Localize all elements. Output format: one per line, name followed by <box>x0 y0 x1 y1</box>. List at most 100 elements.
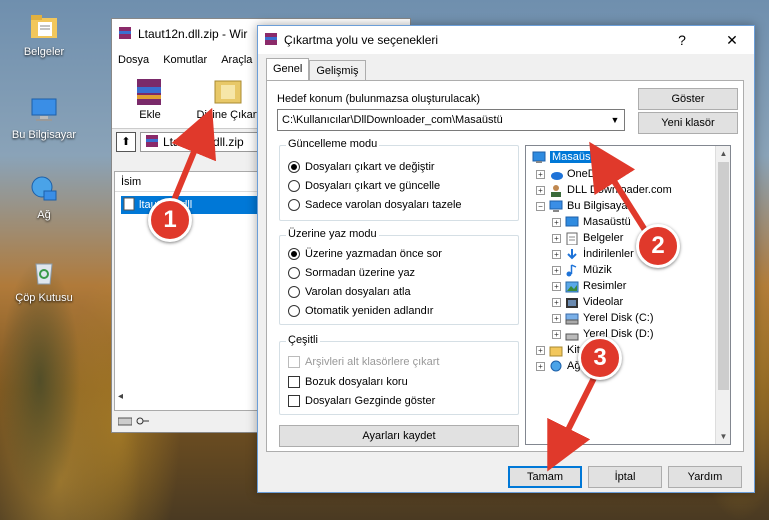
network-icon <box>28 173 60 205</box>
horizontal-scrollbar[interactable]: ◂ <box>114 391 264 409</box>
tree-item-videos[interactable]: + Videolar <box>552 294 623 310</box>
radio-button[interactable] <box>288 199 300 211</box>
expand-icon[interactable]: + <box>552 217 561 227</box>
scrollbar-thumb[interactable] <box>718 162 729 390</box>
radio-button[interactable] <box>288 180 300 192</box>
folder-tree[interactable]: Masaüstü + OneDrive + DLL Downloader.com… <box>525 145 731 445</box>
tree-item-network[interactable]: + Ağ <box>536 358 580 374</box>
menu-item-araclar[interactable]: Araçla <box>221 54 252 66</box>
menu-item-dosya[interactable]: Dosya <box>118 54 149 66</box>
tab-strip: Genel Gelişmiş <box>266 58 366 80</box>
checkbox <box>288 356 300 368</box>
expand-icon[interactable]: + <box>552 313 561 323</box>
option-label: Bozuk dosyaları koru <box>305 376 408 388</box>
checkbox-keep-broken-files[interactable]: Bozuk dosyaları koru <box>288 374 408 390</box>
option-label: Varolan dosyaları atla <box>305 286 411 298</box>
winrar-app-icon <box>118 26 132 43</box>
tree-item-label: Müzik <box>583 264 612 276</box>
expand-icon[interactable]: + <box>552 329 561 339</box>
radio-button[interactable] <box>288 161 300 173</box>
desktop-icon-bu-bilgisayar[interactable]: Bu Bilgisayar <box>6 93 82 141</box>
checkbox[interactable] <box>288 376 300 388</box>
tree-item-documents[interactable]: + Belgeler <box>552 230 623 246</box>
option-label: Dosyaları Gezginde göster <box>305 395 436 407</box>
radio-button[interactable] <box>288 305 300 317</box>
dll-file-icon <box>123 197 135 214</box>
extract-options-dialog: Çıkartma yolu ve seçenekleri ? ✕ Genel G… <box>257 25 755 493</box>
tab-genel[interactable]: Genel <box>266 58 310 80</box>
desktop-icon-belgeler[interactable]: Belgeler <box>6 10 82 58</box>
desktop-icon-label: Çöp Kutusu <box>15 292 73 304</box>
checkbox[interactable] <box>288 395 300 407</box>
chevron-down-icon[interactable]: ▼ <box>606 110 624 130</box>
tree-item-downloads[interactable]: + İndirilenler <box>552 246 634 262</box>
ok-button[interactable]: Tamam <box>508 466 582 488</box>
help-button[interactable]: Yardım <box>668 466 742 488</box>
tree-item-label: Belgeler <box>583 232 624 244</box>
tree-item-music[interactable]: + Müzik <box>552 262 612 278</box>
radio-skip-existing[interactable]: Varolan dosyaları atla <box>288 284 411 300</box>
scroll-down-icon[interactable]: ▼ <box>716 429 731 444</box>
list-item[interactable]: ltaut12n.dll <box>121 196 261 214</box>
radio-freshen-existing[interactable]: Sadece varolan dosyaları tazele <box>288 197 462 213</box>
radio-extract-replace[interactable]: Dosyaları çıkart ve değiştir <box>288 159 435 175</box>
menu-item-komutlar[interactable]: Komutlar <box>163 54 207 66</box>
tree-item-desktop-root[interactable]: Masaüstü <box>532 149 602 165</box>
desktop-icon-ag[interactable]: Ağ <box>6 173 82 221</box>
documents-icon <box>566 232 578 245</box>
downloads-icon <box>567 248 577 259</box>
tree-item-label: OneDrive <box>567 168 614 180</box>
tree-item-label: Resimler <box>583 280 627 292</box>
expand-icon[interactable]: + <box>552 281 561 291</box>
scroll-up-icon[interactable]: ▲ <box>716 146 731 161</box>
radio-extract-update[interactable]: Dosyaları çıkart ve güncelle <box>288 178 440 194</box>
videos-icon <box>566 297 578 308</box>
desktop-icon <box>565 216 579 226</box>
tree-item-onedrive[interactable]: + OneDrive <box>536 166 613 182</box>
status-bar <box>114 413 150 431</box>
expand-icon[interactable]: + <box>536 361 545 371</box>
tree-item-user[interactable]: + DLL Downloader.com <box>536 182 672 198</box>
tree-item-label: DLL Downloader.com <box>567 184 672 196</box>
expand-icon[interactable]: + <box>536 345 545 355</box>
add-button[interactable]: Ekle <box>120 75 180 124</box>
tree-item-pictures[interactable]: + Resimler <box>552 278 626 294</box>
destination-path-combobox[interactable]: C:\Kullanıcılar\DllDownloader_com\Masaüs… <box>277 109 625 131</box>
radio-button[interactable] <box>288 248 300 260</box>
radio-rename-automatically[interactable]: Otomatik yeniden adlandır <box>288 303 433 319</box>
step-marker-1: 1 <box>148 198 192 242</box>
option-label: Sadece varolan dosyaları tazele <box>305 199 462 211</box>
expand-icon[interactable]: + <box>552 265 561 275</box>
misc-group: Çeşitli Arşivleri alt klasörlere çıkart … <box>279 334 519 415</box>
expand-icon[interactable]: + <box>536 169 545 179</box>
radio-overwrite-without-prompt[interactable]: Sormadan üzerine yaz <box>288 265 415 281</box>
checkbox-show-in-explorer[interactable]: Dosyaları Gezginde göster <box>288 393 435 409</box>
up-folder-button[interactable]: ⬆ <box>116 132 136 152</box>
tree-vertical-scrollbar[interactable]: ▲ ▼ <box>715 146 730 444</box>
radio-button[interactable] <box>288 267 300 279</box>
radio-ask-before-overwrite[interactable]: Üzerine yazmadan önce sor <box>288 246 442 262</box>
save-settings-button[interactable]: Ayarları kaydet <box>279 425 519 447</box>
collapse-icon[interactable]: − <box>536 201 545 211</box>
close-button[interactable]: ✕ <box>710 26 754 54</box>
expand-icon[interactable]: + <box>552 233 561 243</box>
tab-gelismis[interactable]: Gelişmiş <box>309 60 366 80</box>
winrar-extract-icon <box>211 75 245 107</box>
extract-to-button[interactable]: Dizine Çıkart <box>192 75 264 124</box>
tree-item-label: Masaüstü <box>583 216 631 228</box>
expand-icon[interactable]: + <box>536 185 545 195</box>
tree-item-desktop[interactable]: + Masaüstü <box>552 214 631 230</box>
expand-icon[interactable]: + <box>552 249 561 259</box>
tree-item-drive-c[interactable]: + Yerel Disk (C:) <box>552 310 654 326</box>
new-folder-button[interactable]: Yeni klasör <box>638 112 738 134</box>
destination-label: Hedef konum (bulunmazsa oluşturulacak) <box>277 93 480 105</box>
radio-button[interactable] <box>288 286 300 298</box>
desktop-icon-cop-kutusu[interactable]: Çöp Kutusu <box>6 256 82 304</box>
tree-item-this-pc[interactable]: − Bu Bilgisayar <box>536 198 631 214</box>
tree-item-label: Yerel Disk (C:) <box>583 312 654 324</box>
documents-folder-icon <box>28 10 60 42</box>
expand-icon[interactable]: + <box>552 297 561 307</box>
show-button[interactable]: Göster <box>638 88 738 110</box>
cancel-button[interactable]: İptal <box>588 466 662 488</box>
help-title-button[interactable]: ? <box>660 26 704 54</box>
